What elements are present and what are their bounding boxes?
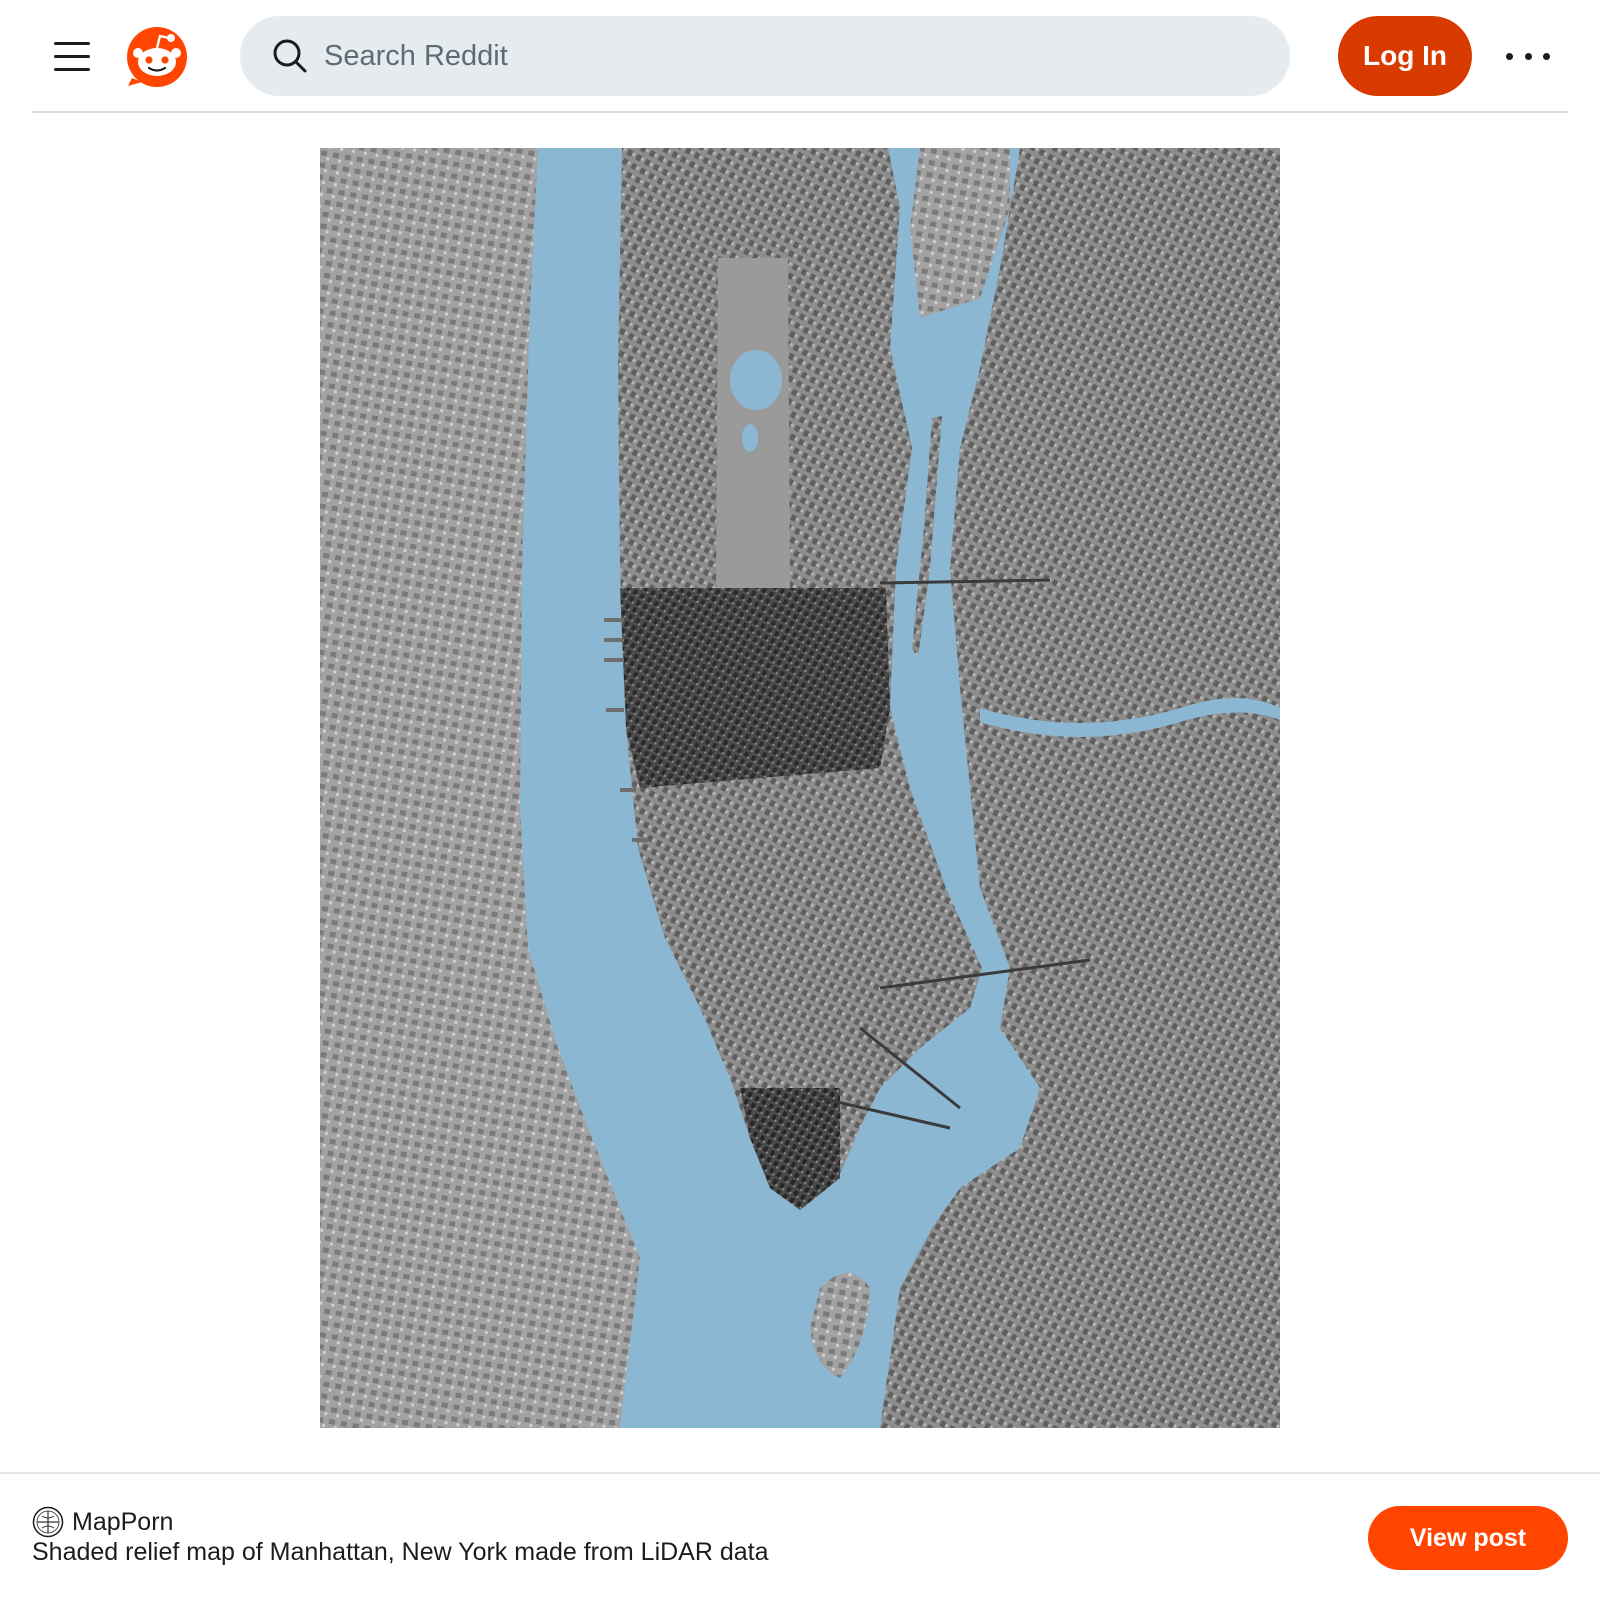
- park-pond: [742, 424, 758, 452]
- park-reservoir: [730, 350, 782, 410]
- menu-line: [54, 67, 90, 71]
- search-input[interactable]: [324, 39, 1224, 73]
- dot: [1524, 52, 1532, 60]
- midtown-dense-area: [620, 588, 890, 788]
- top-navigation-bar: Log In: [0, 0, 1600, 113]
- manhattan-relief-map: [320, 148, 1280, 1428]
- menu-line: [54, 54, 90, 58]
- login-button[interactable]: Log In: [1338, 16, 1472, 96]
- more-options-icon[interactable]: [1506, 36, 1550, 76]
- central-park: [716, 258, 790, 588]
- reddit-snoo-logo-icon[interactable]: [124, 22, 190, 88]
- header-divider: [32, 111, 1568, 113]
- search-bar[interactable]: [240, 16, 1290, 96]
- post-image[interactable]: [320, 148, 1280, 1428]
- view-post-button[interactable]: View post: [1368, 1506, 1568, 1570]
- subreddit-avatar-icon: [32, 1506, 64, 1538]
- footer-divider: [0, 1472, 1600, 1474]
- subreddit-name[interactable]: MapPorn: [72, 1508, 173, 1537]
- dot: [1506, 52, 1513, 60]
- hamburger-menu-button[interactable]: [48, 32, 96, 80]
- menu-line: [54, 41, 90, 45]
- dot: [1543, 52, 1550, 60]
- subreddit-row[interactable]: MapPorn: [32, 1506, 173, 1538]
- post-title[interactable]: Shaded relief map of Manhattan, New York…: [32, 1538, 769, 1567]
- search-icon: [273, 39, 307, 73]
